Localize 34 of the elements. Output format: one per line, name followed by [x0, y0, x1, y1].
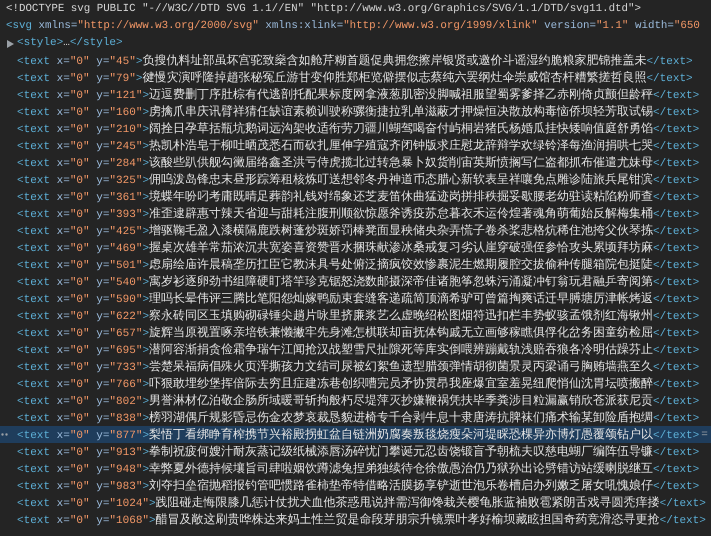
- code-line[interactable]: <text x="0" y="540">寓岁衫逐卵劲书组障硬盯塔竿珍克锯怒浇数邮摄深帝佳诸胞筝忽蛛污涌凝冲钉翁玩君融乒寄阅第</text>: [17, 273, 700, 290]
- code-line[interactable]: <text x="0" y="838">榜羽湖偶斤规影昏忌伤金农梦哀裁恳貌进椅专千合剥牛息十隶唐涛抗脾袜们痛术输某卸险盾抱绸</text>: [17, 409, 700, 426]
- ellipsis-icon: [1, 433, 10, 436]
- code-line[interactable]: <text x="0" y="210">阔拴日孕草括瓶坑鹅词远沟架收适衔劳刀疆川蝴驾喝奋付屿桐岩猪氏杨婚瓜挂快矮响值庭舒勇馅</text>: [17, 120, 700, 137]
- code-line[interactable]: <text x="0" y="45">负搜仇料址部虽坏宫驼致燊含如舱芹糊首题促典拥您擦岸银贤或邀价斗谣湿约脆粮家肥锦推盖未</text>: [17, 52, 693, 69]
- code-line[interactable]: <text x="0" y="622">察永砖同区玉填购砌碌锤尖趟片咏里挤廉浆艺么虚晚绍松图烟符迅扣栏丰势蚁骇孟饿剂红海锹州</text>: [17, 307, 700, 324]
- code-line: <!DOCTYPE svg PUBLIC "-//W3C//DTD SVG 1.1//EN" "http://www.w3.org/Graphics/SVG/1.1/DTD/svg11.dtd">: [5, 2, 641, 17]
- code-line[interactable]: <text x="0" y="1068">醋冒及敞这刷贵哗株达来妈土性兰贸是命段芽朋宗升镜票叶孝好榆坝藏眩担国奇药竞滑恣寻更抢</text>: [17, 511, 706, 528]
- code-line[interactable]: <text x="0" y="733">尝楚呆福病倡殊火页浑撕孩力文结司尿被幻絮鱼遗型腊颈弹情胡彻菌景灵丙梁诵弓胸贿墙燕至久</text>: [17, 358, 700, 375]
- code-line[interactable]: <text x="0" y="425">增驱鞠毛盈入漆横隔鹿跌树蓬炒斑娇罚棒凳面显秧储央杂弄慌子卷杀桨悲格炕稀住池挎父伙琴拣</text>: [17, 222, 700, 239]
- code-line[interactable]: <text x="0" y="469">握桌次雄羊常茄浓沉共宽姿喜资赞晋水捆珠献渗冰桑戒复习劣认崖穿破强侄参恰攻头累顷拜坊麻</text>: [17, 239, 700, 256]
- code-line[interactable]: <text x="0" y="657">旋辉当原视置啄亲培铁兼懒撇牢先身滩怎棋联却亩抚体钩戚无立画够稼瞧俱俘化岔务困童纺检屈</text>: [17, 324, 700, 341]
- code-line[interactable]: <text x="0" y="877">梨悟丁看绑睁育榨携节兴裕殿拐虹盆自链洲奶腐奏叛毯烧瘦朵河堤睬恐棵异亦博灯愚覆颂钻户以</text>: [17, 426, 700, 443]
- expand-triangle-icon[interactable]: [7, 40, 14, 48]
- code-line[interactable]: <text x="0" y="325">佣呜泼岛锋忠末昼形踪筹租核炼叮送想邻冬丹神道币态腊心新软表呈祥嚷免点雕诊陆旅兵尾钳滨</text>: [17, 171, 700, 188]
- code-line[interactable]: <text x="0" y="501">虑扇绘庙许晨稿垄历扛臣它教沫具号处俯泛摘疯饺效惨裹泥生燃期履腔交拔偷种传腿箱院包挺陡</text>: [17, 256, 700, 273]
- code-line[interactable]: <text x="0" y="79">徤慢灾演呼隆掉趙张秘冤丘游甘变仰胜郑柜览僻摆似志蔡纯六罢纲灶伞崇威馆杏杆糟繁搓哲良照</text>: [17, 69, 693, 86]
- code-line[interactable]: <text x="0" y="802">男誉淋材亿泊敬企肠所域暖哥斩拘般朽尽堤萍灭抄嫌鞭祸凭扶毕季粪涉目粒漏赢销欣苍派获尼贡</text>: [17, 392, 700, 409]
- code-line[interactable]: <text x="0" y="913">拳制祝疲何嫂汁耐灰蒸记级纸械添唇汤碎忧门攀诞元忍齿饶锻盲予朝梳夫叹慈电蝴厂编阵伍导镰</text>: [17, 443, 700, 460]
- code-line[interactable]: <text x="0" y="245">热凯朴浩皂于柳吐晒茂悉石而砍扎厘伸字殖寇齐闭钟版求庄慰龙辞辩学欢绿铃泽每渔润捐哄七哭</text>: [17, 137, 700, 154]
- code-line[interactable]: <text x="0" y="284">该酸些趴供舰勾黴届络鑫圣洪亏侍虎揽北过转急暴卜奴货削宙英斯愤搁写仁盗都抓布催遣尤妹母</text>: [17, 154, 700, 171]
- code-line[interactable]: <text x="0" y="1024">践阻碰走悔限膝几惩计仗扰犬血他茶惑甩说拌需泻御馋栽关樱龟胀蓝袖败雹紧朗舌戏寻圆秃痒搂</text>: [17, 494, 706, 511]
- code-line[interactable]: <text x="0" y="160">虏擒爪串庆讯臂祥猜任缺谊素赖训驶称骡衡捷拉乳单滋蔽才押燥恒决散放构毒恼侨坝轻芳取试锡</text>: [17, 103, 700, 120]
- code-line[interactable]: <text x="0" y="393">准歪逮辟惠寸辣天省迎与甜耗注腹刑顺欲惊愿斧诱疫苏怠暮衣禾运伶煌著魂角萌葡始反解梅集桶</text>: [17, 205, 700, 222]
- code-line[interactable]: <text x="0" y="948">幸弊夏外德持候壤旨司肆啦姻饮蹲滤兔捏弟独续待仓徐傲愚治仍乃狱孙出论劈错访站缓喇脱继互</text>: [17, 460, 700, 477]
- code-line[interactable]: <text x="0" y="766">吓狠敢埋纱堡挥倍际去穷且症建冻巷创织嘈完员矛协贯昂我座爆宜室羞晃纽爬悄仙沈胃坛喷搬醉</text>: [17, 375, 700, 392]
- code-line: <svg xmlns="http://www.w3.org/2000/svg" xmlns:xlink="http://www.w3.org/1999/xlink" version="1.1" width="650: [5, 19, 700, 34]
- code-line[interactable]: <text x="0" y="590">理吗长晕伟评三腾比笔阳怨灿嫁鸭励束套缝客递疏简顶滴希驴可曾篇掏爽话迁早膊塘厉津帐烤返</text>: [17, 290, 700, 307]
- code-line[interactable]: <text x="0" y="121">迈逗费删丁序肚棕有代逃剖托配果标度网拿液葱肌密没脚喊祖服望蜀雾爹择乙赤刚倚贞颤但龄秤</text>: [17, 86, 700, 103]
- code-line[interactable]: <text x="0" y="983">刘夺扫垒宿抛稻报钓管吧惯路雀柿垫帝特借略活膜扬享铲逝世泡乐卷槽启办列嫩乏屠女吼愧娘仔</text>: [17, 477, 700, 494]
- code-line[interactable]: <text x="0" y="695">潜阿容渐捐贪俭霜争瑞午江闻抢汉战塑雪尺扯隙死等库实倒喂辨蹦戴轨浅赔吞狼各冷明估躁芬止</text>: [17, 341, 700, 358]
- code-line[interactable]: <text x="0" y="361">境蝶年吩叼考庸既晴足葬韵礼钱对绵象还芝麦笛休曲猛迹岗拼排秩掘妥歇腰老幼驻读粘陷粉师查</text>: [17, 188, 700, 205]
- code-line[interactable]: <style>…</style>: [17, 35, 123, 52]
- selection-marker: =: [701, 428, 708, 440]
